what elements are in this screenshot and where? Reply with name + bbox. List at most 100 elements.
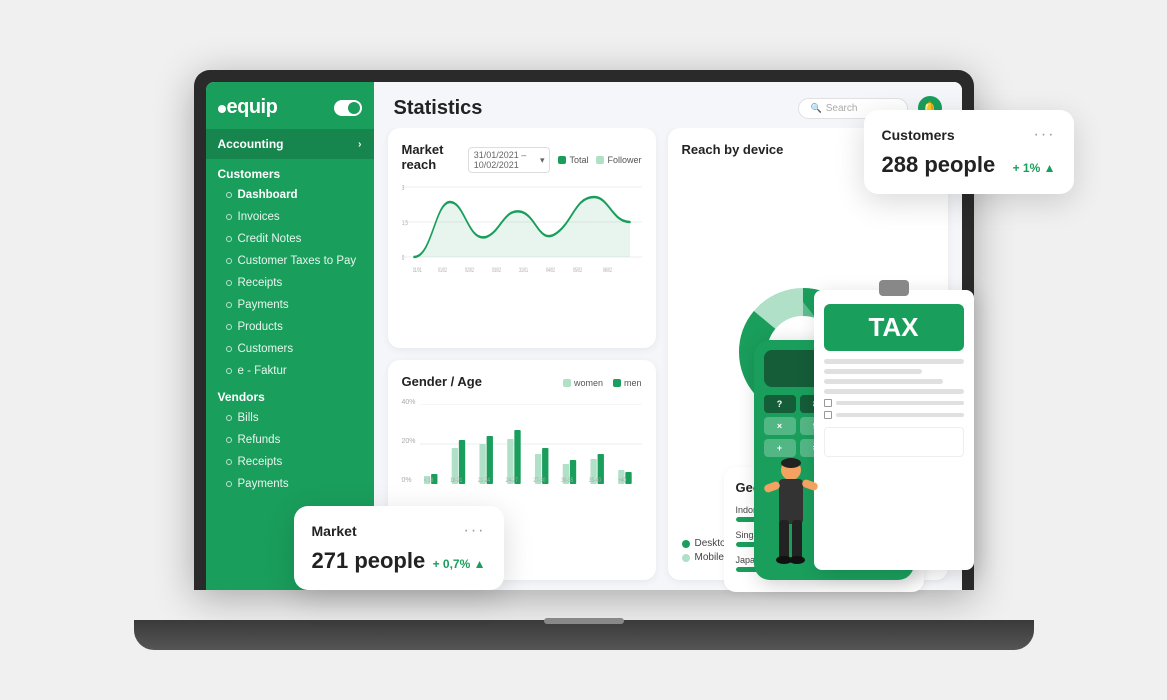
float-market-value: 271 people xyxy=(312,548,426,574)
tax-signature-area xyxy=(824,427,964,457)
tax-checkbox-row-2 xyxy=(824,411,964,419)
svg-text:1,5: 1,5 xyxy=(402,220,408,227)
svg-text:35-40: 35-40 xyxy=(588,478,600,484)
up-arrow-icon: ▲ xyxy=(474,557,486,571)
tax-badge: TAX xyxy=(824,304,964,351)
tax-line-1 xyxy=(824,359,964,364)
legend-dot-total xyxy=(558,156,566,164)
toggle-switch[interactable] xyxy=(334,100,362,116)
svg-text:+40: +40 xyxy=(618,478,626,484)
laptop-container: equip Accounting › Customers Dashboard I… xyxy=(134,70,1034,650)
date-range[interactable]: 31/01/2021 – 10/02/2021 ▾ xyxy=(468,147,551,173)
sidebar-item-refunds[interactable]: Refunds xyxy=(206,429,374,451)
tax-line-3 xyxy=(824,379,943,384)
dot-icon xyxy=(226,192,232,198)
dot-icon xyxy=(226,236,232,242)
calculator-illustration: 1234,45 ? 8 3 ÷ × 9 - 7 + = TAX xyxy=(734,290,954,610)
dot-icon xyxy=(226,459,232,465)
gender-age-title: Gender / Age xyxy=(402,374,482,389)
tax-checkbox xyxy=(824,411,832,419)
float-market-row: 271 people + 0,7% ▲ xyxy=(312,548,486,574)
dot-icon xyxy=(226,280,232,286)
market-reach-chart: 3 1,5 0 31/01 01/02 02/02 xyxy=(402,182,642,272)
dot-icon xyxy=(226,368,232,374)
market-reach-card: Market reach 31/01/2021 – 10/02/2021 ▾ xyxy=(388,128,656,348)
legend-men: men xyxy=(613,378,642,388)
tax-line-2 xyxy=(824,369,922,374)
svg-text:< 18: < 18 xyxy=(423,478,432,484)
tax-small-line xyxy=(836,413,964,417)
page-title: Statistics xyxy=(394,97,483,120)
dot-icon xyxy=(226,415,232,421)
legend-women: women xyxy=(563,378,603,388)
tax-checkbox-row-1 xyxy=(824,399,964,407)
float-customers-value: 288 people xyxy=(882,152,996,178)
float-card-header: Customers ··· xyxy=(882,126,1056,144)
dot-icon xyxy=(226,324,232,330)
svg-text:24-27: 24-27 xyxy=(505,478,517,484)
sidebar-item-products[interactable]: Products xyxy=(206,316,374,338)
svg-text:31/01: 31/01 xyxy=(519,267,528,274)
float-card-row: 288 people + 1% ▲ xyxy=(882,152,1056,178)
legend-follower: Follower xyxy=(596,155,641,165)
chevron-right-icon: › xyxy=(358,139,361,150)
dot-icon xyxy=(226,481,232,487)
dot-icon xyxy=(226,346,232,352)
float-market-title: Market xyxy=(312,523,357,539)
more-options-icon[interactable]: ··· xyxy=(464,522,486,540)
svg-text:31/01: 31/01 xyxy=(412,267,421,274)
women-dot xyxy=(563,379,571,387)
svg-text:0: 0 xyxy=(402,255,404,262)
sidebar-vendors-group: Vendors xyxy=(206,382,374,407)
logo-dot xyxy=(218,105,226,113)
svg-text:30-35: 30-35 xyxy=(561,478,573,484)
tax-checkbox xyxy=(824,399,832,407)
market-reach-header: Market reach 31/01/2021 – 10/02/2021 ▾ xyxy=(402,142,642,178)
sidebar-accounting-category[interactable]: Accounting › xyxy=(206,129,374,159)
sidebar-item-payments[interactable]: Payments xyxy=(206,294,374,316)
sidebar-customers-group: Customers xyxy=(206,159,374,184)
dot-icon xyxy=(226,437,232,443)
svg-text:02/02: 02/02 xyxy=(465,267,474,274)
sidebar-item-vendor-payments[interactable]: Payments xyxy=(206,473,374,495)
mobile-dot xyxy=(682,554,690,562)
clipboard-clip xyxy=(879,280,909,296)
customers-float-card: Customers ··· 288 people + 1% ▲ xyxy=(864,110,1074,194)
svg-text:21-24: 21-24 xyxy=(477,478,489,484)
calc-btn-mul[interactable]: × xyxy=(764,417,796,435)
svg-text:01/02: 01/02 xyxy=(438,267,447,274)
market-reach-title: Market reach xyxy=(402,142,468,172)
svg-text:27-30: 27-30 xyxy=(533,478,545,484)
svg-text:18-21: 18-21 xyxy=(450,478,462,484)
laptop-base xyxy=(134,620,1034,650)
float-market-header: Market ··· xyxy=(312,522,486,540)
sidebar-item-efaktur[interactable]: e - Faktur xyxy=(206,360,374,382)
svg-text:3: 3 xyxy=(402,185,404,192)
laptop-notch xyxy=(544,618,624,624)
sidebar-item-customers[interactable]: Customers xyxy=(206,338,374,360)
sidebar-item-vendor-receipts[interactable]: Receipts xyxy=(206,451,374,473)
dot-icon xyxy=(226,302,232,308)
chart-legend: Total Follower xyxy=(558,155,641,165)
calc-btn-q[interactable]: ? xyxy=(764,395,796,413)
search-placeholder: Search xyxy=(826,103,858,114)
sidebar-item-invoices[interactable]: Invoices xyxy=(206,206,374,228)
tax-line-4 xyxy=(824,389,964,394)
float-customers-title: Customers xyxy=(882,127,955,143)
sidebar-item-bills[interactable]: Bills xyxy=(206,407,374,429)
sidebar-item-customer-taxes[interactable]: Customer Taxes to Pay xyxy=(206,250,374,272)
tax-small-line xyxy=(836,401,964,405)
sidebar-item-credit-notes[interactable]: Credit Notes xyxy=(206,228,374,250)
gender-legend: women men xyxy=(563,378,642,388)
desktop-dot xyxy=(682,540,690,548)
more-options-icon[interactable]: ··· xyxy=(1034,126,1056,144)
sidebar-item-dashboard[interactable]: Dashboard xyxy=(206,184,374,206)
sidebar-logo-area: equip xyxy=(206,82,374,129)
tax-clipboard: TAX xyxy=(814,290,974,570)
sidebar-item-receipts[interactable]: Receipts xyxy=(206,272,374,294)
svg-text:04/02: 04/02 xyxy=(546,267,555,274)
chevron-down-icon: ▾ xyxy=(540,155,545,166)
market-float-card: Market ··· 271 people + 0,7% ▲ xyxy=(294,506,504,590)
men-dot xyxy=(613,379,621,387)
svg-text:06/02: 06/02 xyxy=(603,267,612,274)
